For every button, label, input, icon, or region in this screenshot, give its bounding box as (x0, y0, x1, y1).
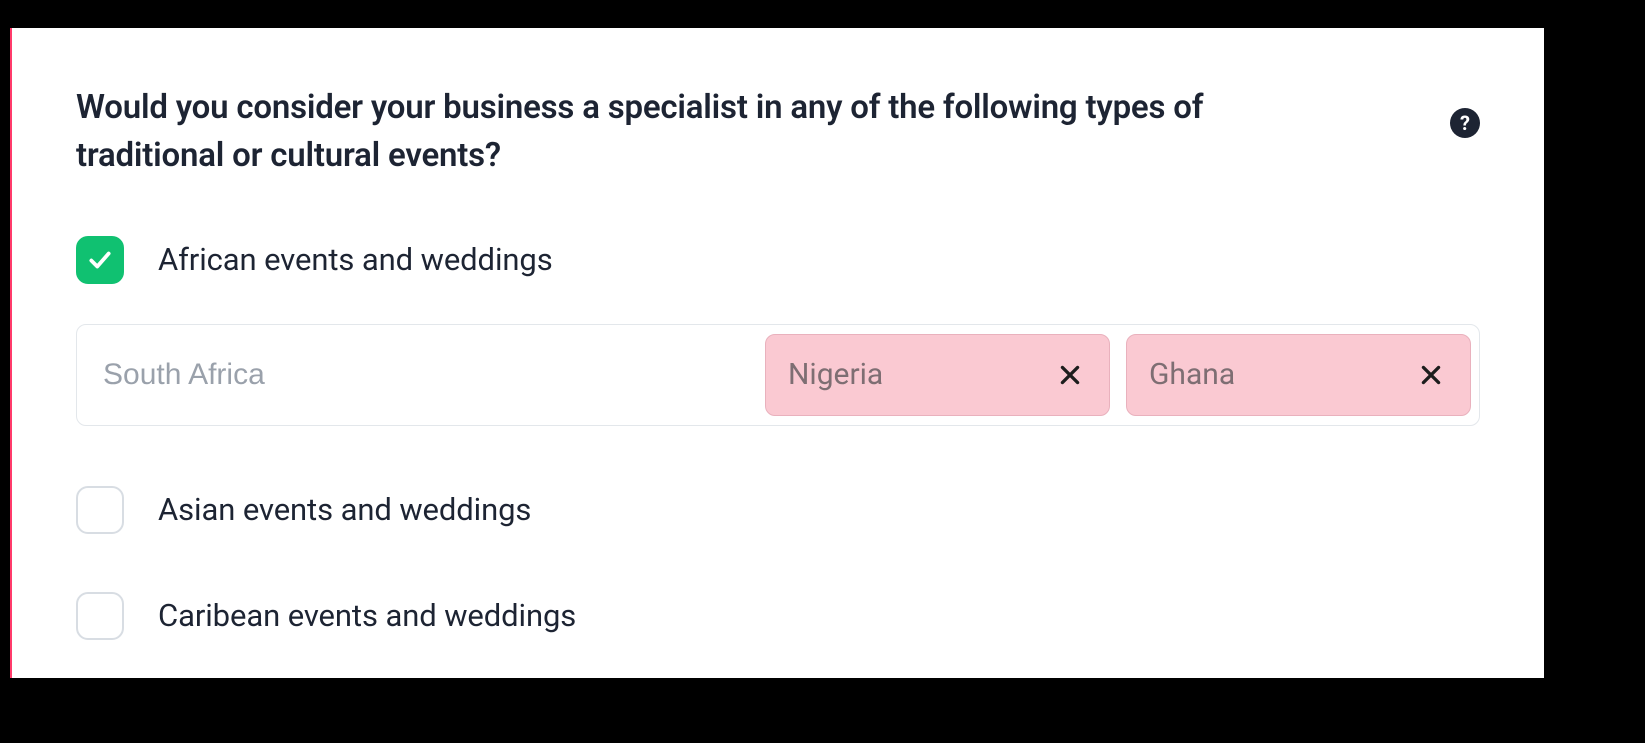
chip-label-nigeria: Nigeria (788, 357, 883, 392)
option-african: African events and weddings (76, 236, 1480, 284)
checkbox-caribean[interactable] (76, 592, 124, 640)
option-label-african: African events and weddings (158, 241, 553, 278)
check-icon (87, 247, 113, 273)
option-caribean: Caribean events and weddings (76, 592, 1480, 640)
close-icon (1057, 362, 1083, 388)
country-search-input[interactable] (103, 331, 749, 419)
option-label-caribean: Caribean events and weddings (158, 597, 576, 634)
chip-nigeria: Nigeria (765, 334, 1110, 416)
help-icon[interactable]: ? (1450, 108, 1480, 138)
question-card: Would you consider your business a speci… (10, 28, 1544, 678)
close-icon (1418, 362, 1444, 388)
help-glyph: ? (1460, 111, 1470, 135)
chip-remove-nigeria[interactable] (1055, 360, 1085, 390)
chip-remove-ghana[interactable] (1416, 360, 1446, 390)
question-row: Would you consider your business a speci… (76, 84, 1480, 180)
question-text: Would you consider your business a speci… (76, 84, 1296, 180)
chip-label-ghana: Ghana (1149, 357, 1235, 392)
option-label-asian: Asian events and weddings (158, 491, 531, 528)
chip-ghana: Ghana (1126, 334, 1471, 416)
option-asian: Asian events and weddings (76, 486, 1480, 534)
checkbox-asian[interactable] (76, 486, 124, 534)
checkbox-african[interactable] (76, 236, 124, 284)
country-tag-input[interactable]: Nigeria Ghana (76, 324, 1480, 426)
